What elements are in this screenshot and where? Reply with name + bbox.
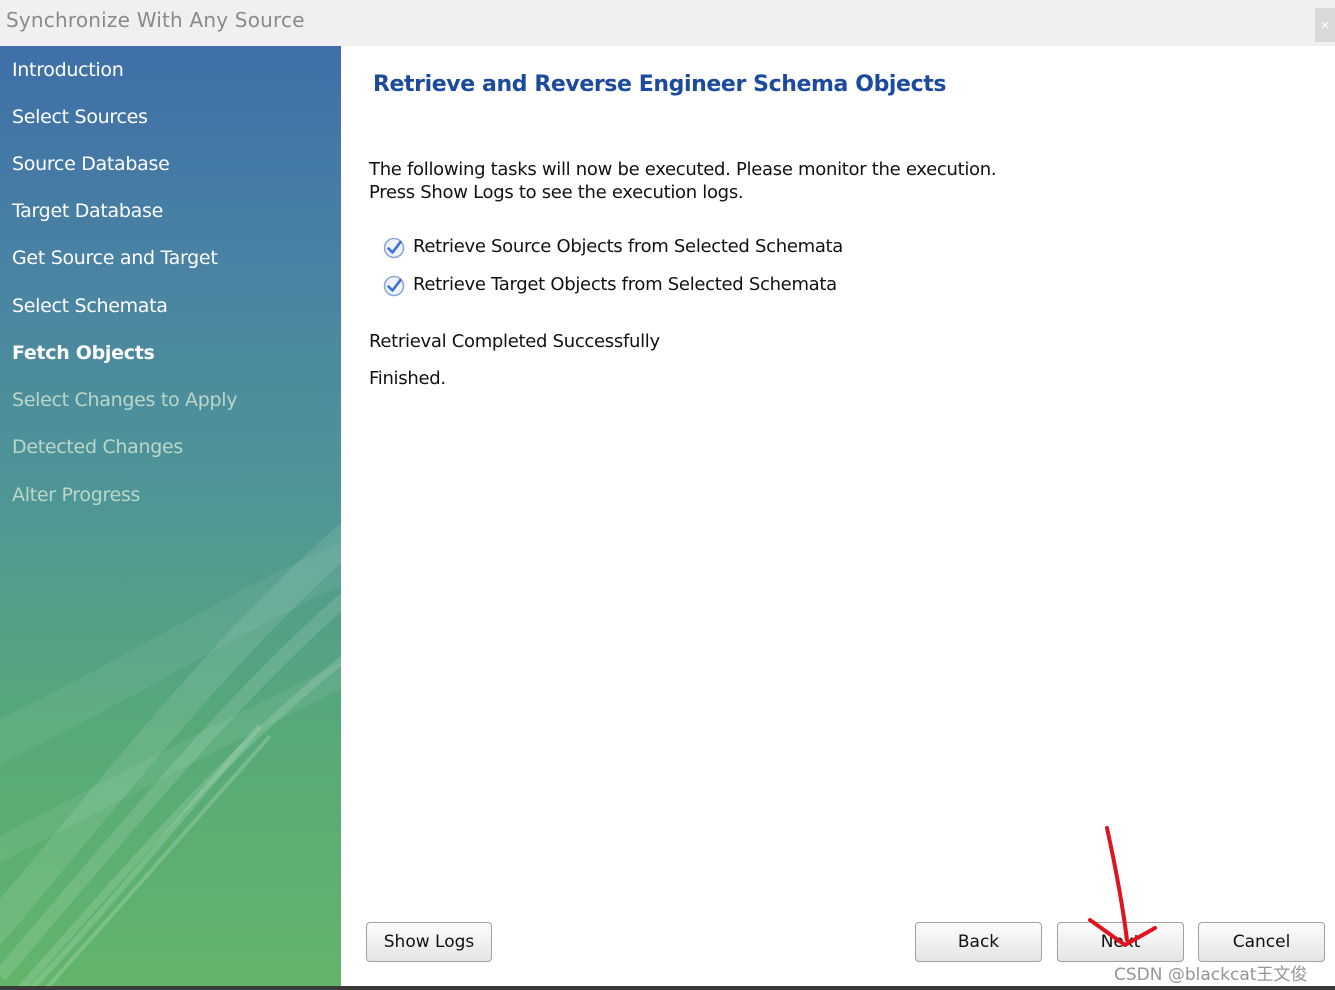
step-select-sources: Select Sources [12,106,148,128]
step-select-changes: Select Changes to Apply [12,389,238,411]
sidebar-background-art [0,522,341,990]
intro-text-line1: The following tasks will now be executed… [369,159,997,180]
step-target-database: Target Database [12,200,163,222]
finished-text: Finished. [369,368,446,389]
step-source-database: Source Database [12,153,170,175]
step-fetch-objects: Fetch Objects [12,342,155,364]
watermark: CSDN @blackcat王文俊 [1114,965,1308,985]
window-bottom-edge [0,986,1335,990]
window-title: Synchronize With Any Source [6,8,305,32]
back-button[interactable]: Back [915,922,1042,962]
task-label: Retrieve Source Objects from Selected Sc… [413,236,844,257]
show-logs-button[interactable]: Show Logs [366,922,492,962]
step-introduction: Introduction [12,59,124,81]
task-label: Retrieve Target Objects from Selected Sc… [413,274,837,295]
close-button[interactable]: × [1315,8,1335,42]
red-arrow-down-icon [1088,826,1157,947]
step-detected-changes: Detected Changes [12,436,183,458]
wizard-sidebar: Introduction Select Sources Source Datab… [0,46,341,990]
page-title: Retrieve and Reverse Engineer Schema Obj… [373,72,947,97]
wizard-content: Retrieve and Reverse Engineer Schema Obj… [341,46,1335,990]
step-get-source-and-target: Get Source and Target [12,247,218,269]
title-bar: Synchronize With Any Source × [0,0,1335,46]
cancel-button[interactable]: Cancel [1198,922,1325,962]
intro-text-line2: Press Show Logs to see the execution log… [369,182,744,203]
check-circle-icon [383,237,405,259]
step-alter-progress: Alter Progress [12,484,141,506]
status-text: Retrieval Completed Successfully [369,331,660,352]
step-select-schemata: Select Schemata [12,295,168,317]
check-circle-icon [383,275,405,297]
